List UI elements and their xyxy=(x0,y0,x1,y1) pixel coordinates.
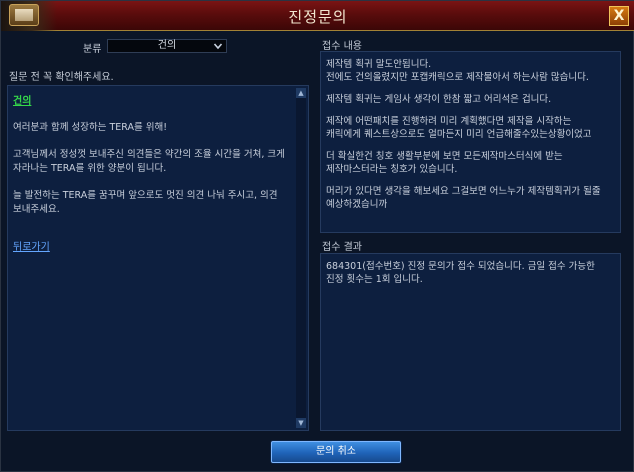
close-button[interactable]: X xyxy=(609,6,629,26)
category-label: 분류 xyxy=(83,44,102,55)
category-selected-value: 건의 xyxy=(157,40,177,51)
text-line: 제작에 어떤패치를 진행하려 미리 계획했다면 제작을 시작하는 xyxy=(326,116,572,127)
back-link[interactable]: 뒤로가기 xyxy=(13,238,50,253)
guide-panel: 건의 여러분과 함께 성장하는 TERA를 위해! 고객님께서 정성껏 보내주신… xyxy=(7,85,309,431)
notice-text: 질문 전 꼭 확인해주세요. xyxy=(9,72,114,83)
text-line: 전에도 건의올렸지만 포캡캐릭으로 제작물아서 하는사람 많습니다. xyxy=(326,72,589,83)
received-label: 접수 내용 xyxy=(322,41,362,52)
window-title: 진정문의 xyxy=(288,8,348,26)
text-line: 제작템 획귀 말도안됩니다. xyxy=(326,59,432,70)
guide-paragraph: 고객님께서 정성껏 보내주신 의견들은 약간의 조율 시간을 거쳐, 크게 자라… xyxy=(13,149,285,174)
inquiry-window: 진정문의 X 분류 건의 질문 전 꼭 확인해주세요. 건의 여러분과 함께 성… xyxy=(0,0,634,472)
result-panel: 684301(접수번호) 진정 문의가 접수 되었습니다. 금일 접수 가능한진… xyxy=(320,253,621,431)
result-text: 684301(접수번호) 진정 문의가 접수 되었습니다. 금일 접수 가능한진… xyxy=(326,260,614,286)
text-line: 진정 횟수는 1회 입니다. xyxy=(326,274,423,285)
text-line: 머리가 있다면 생각을 해보세요 그걸보면 어느누가 제작템획귀가 될줄 xyxy=(326,186,601,197)
guide-paragraph: 늘 발전하는 TERA를 꿈꾸며 앞으로도 멋진 의견 나눠 주시고, 의견 보… xyxy=(13,190,278,215)
text-line: 캐릭에게 퀘스트상으로도 얼마든지 미리 언급해줄수있는상황이었고 xyxy=(326,129,592,140)
guide-paragraph: 여러분과 함께 성장하는 TERA를 위해! xyxy=(13,122,168,133)
text-line: 제작마스터라는 칭호가 있습니다. xyxy=(326,164,458,175)
guide-scrollbar[interactable]: ▲ ▼ xyxy=(296,88,306,428)
text-line: 더 확실한건 칭호 생활부분에 보면 모든제작마스터식에 받는 xyxy=(326,151,563,162)
scroll-up-icon[interactable]: ▲ xyxy=(296,88,306,98)
chevron-down-icon xyxy=(213,43,223,50)
result-label: 접수 결과 xyxy=(322,242,362,253)
text-line: 제작템 획귀는 게임사 생각이 한참 짧고 어리석은 겁니다. xyxy=(326,94,552,105)
category-select[interactable]: 건의 xyxy=(107,39,227,53)
text-line: 684301(접수번호) 진정 문의가 접수 되었습니다. 금일 접수 가능한 xyxy=(326,261,595,272)
text-line: 예상하겠습니까 xyxy=(326,199,388,210)
guide-heading: 건의 xyxy=(13,96,32,107)
received-text: 제작템 획귀 말도안됩니다. 전에도 건의올렸지만 포캡캐릭으로 제작물아서 하는… xyxy=(326,58,614,211)
title-bar[interactable]: 진정문의 X xyxy=(1,1,634,31)
scroll-down-icon[interactable]: ▼ xyxy=(296,418,306,428)
cancel-inquiry-button[interactable]: 문의 취소 xyxy=(271,441,401,463)
received-panel: 제작템 획귀 말도안됩니다. 전에도 건의올렸지만 포캡캐릭으로 제작물아서 하는… xyxy=(320,51,621,233)
